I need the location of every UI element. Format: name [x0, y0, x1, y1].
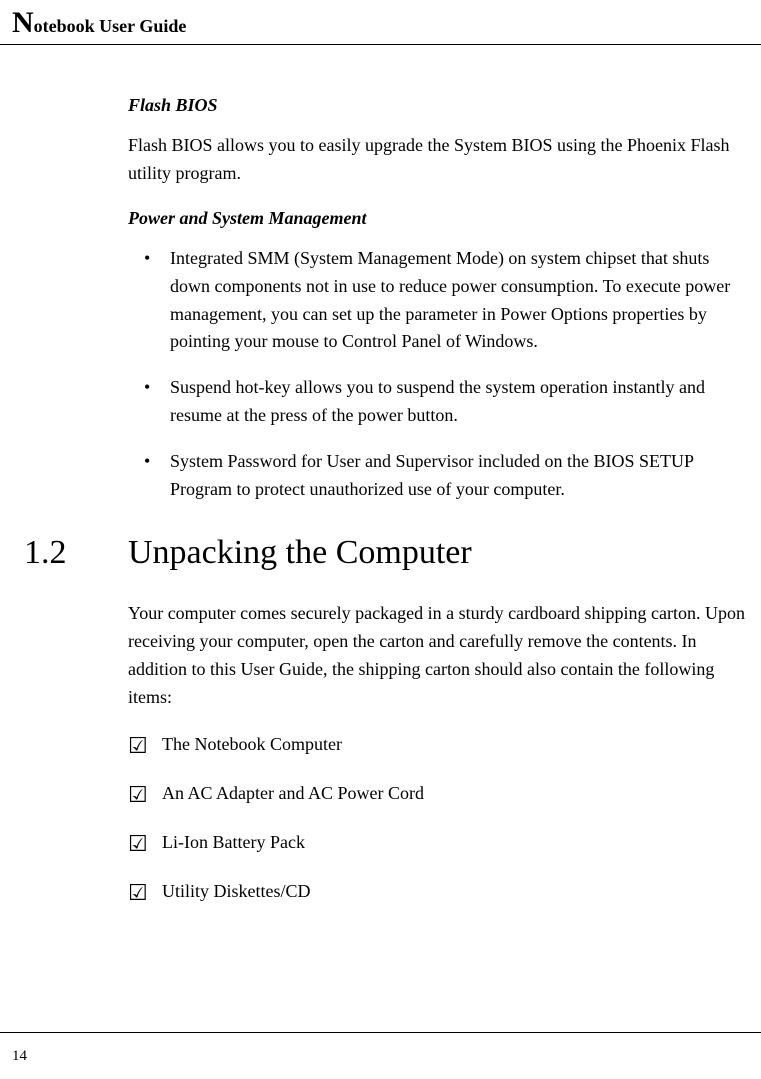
header-title-rest: otebook User Guide — [34, 16, 187, 36]
list-item: System Password for User and Supervisor … — [128, 448, 749, 504]
list-item: Utility Diskettes/CD — [128, 878, 749, 905]
subheading-power-mgmt: Power and System Management — [128, 208, 749, 229]
list-item: Li-Ion Battery Pack — [128, 829, 749, 856]
list-item: Suspend hot-key allows you to suspend th… — [128, 374, 749, 430]
section-number: 1.2 — [0, 534, 128, 572]
subheading-flash-bios: Flash BIOS — [128, 95, 749, 116]
page-number: 14 — [12, 1048, 27, 1064]
checklist-unpacking: The Notebook Computer An AC Adapter and … — [128, 731, 749, 905]
page-content: Flash BIOS Flash BIOS allows you to easi… — [128, 45, 749, 905]
list-item: Integrated SMM (System Management Mode) … — [128, 245, 749, 357]
header-title: Notebook User Guide — [12, 16, 186, 36]
section-heading-row: 1.2 Unpacking the Computer — [0, 534, 749, 572]
page-header: Notebook User Guide — [0, 0, 761, 45]
list-item: An AC Adapter and AC Power Cord — [128, 780, 749, 807]
header-dropcap: N — [12, 6, 34, 39]
paragraph-flash-bios: Flash BIOS allows you to easily upgrade … — [128, 132, 749, 188]
section-title: Unpacking the Computer — [128, 534, 472, 572]
paragraph-unpacking: Your computer comes securely packaged in… — [128, 600, 749, 712]
bullet-list-power-mgmt: Integrated SMM (System Management Mode) … — [128, 245, 749, 504]
page-footer: 14 — [0, 1032, 761, 1079]
list-item: The Notebook Computer — [128, 731, 749, 758]
